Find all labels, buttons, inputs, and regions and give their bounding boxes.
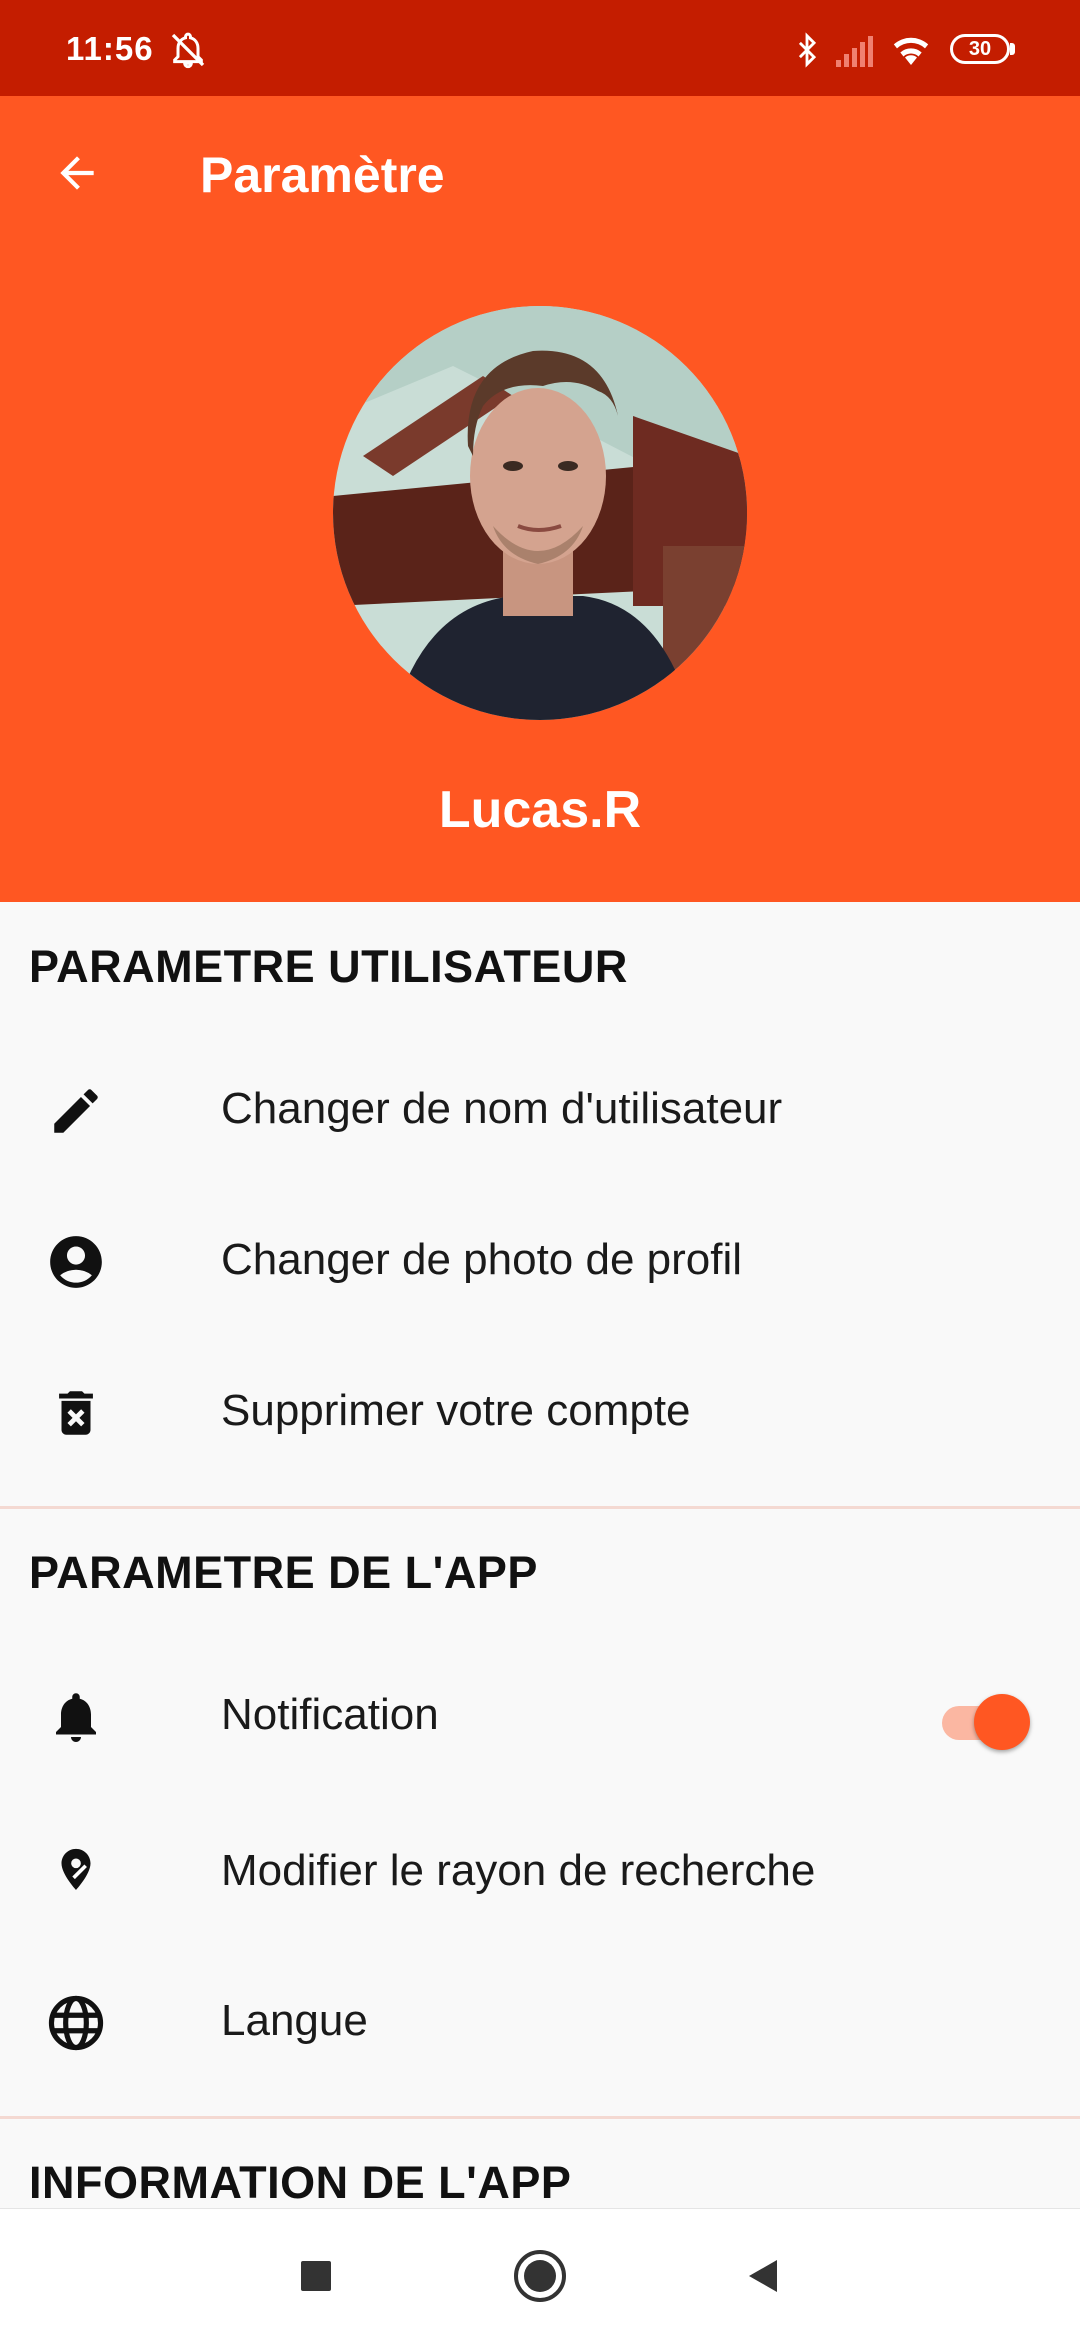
notification-toggle[interactable]: [942, 1692, 1032, 1752]
profile-header: Paramètre Lucas.R: [0, 96, 1080, 902]
battery-level: 30: [968, 38, 992, 60]
back-button[interactable]: [40, 136, 114, 210]
status-bar: 11:56 30: [0, 0, 1080, 96]
battery-cap: [1010, 43, 1015, 55]
avatar[interactable]: [333, 306, 747, 720]
bluetooth-icon: [790, 30, 824, 75]
mute-icon: [168, 30, 208, 75]
notification-item[interactable]: Notification: [0, 1636, 1080, 1786]
page-title: Paramètre: [200, 147, 445, 203]
section-divider: [0, 2116, 1080, 2119]
search-radius-label: Modifier le rayon de recherche: [221, 1846, 816, 1895]
arrow-back-icon: [60, 156, 94, 190]
pencil-icon: [40, 1075, 112, 1147]
system-nav-bar: [0, 2208, 1080, 2341]
change-username-label: Changer de nom d'utilisateur: [221, 1084, 783, 1133]
section-title-app: PARAMETRE DE L'APP: [29, 1547, 538, 1598]
back-nav-button[interactable]: [730, 2243, 796, 2309]
home-circle-icon: [514, 2250, 566, 2302]
change-photo-label: Changer de photo de profil: [221, 1235, 743, 1284]
recents-square-icon: [301, 2261, 331, 2291]
search-radius-item[interactable]: Modifier le rayon de recherche: [0, 1792, 1080, 1942]
delete-forever-icon: [40, 1377, 112, 1449]
toggle-knob: [974, 1694, 1030, 1750]
change-username-item[interactable]: Changer de nom d'utilisateur: [0, 1030, 1080, 1180]
section-title-info: INFORMATION DE L'APP: [29, 2157, 572, 2208]
language-item[interactable]: Langue: [0, 1942, 1080, 2092]
signal-icon: [834, 34, 876, 73]
battery-icon: 30: [950, 34, 1010, 64]
section-title-user: PARAMETRE UTILISATEUR: [29, 941, 628, 992]
back-triangle-icon: [749, 2260, 777, 2292]
home-button[interactable]: [507, 2243, 573, 2309]
change-photo-item[interactable]: Changer de photo de profil: [0, 1181, 1080, 1331]
status-time: 11:56: [66, 30, 154, 67]
wifi-icon: [888, 30, 934, 75]
delete-account-label: Supprimer votre compte: [221, 1386, 691, 1435]
globe-icon: [40, 1987, 112, 2059]
location-pin-icon: [40, 1837, 112, 1909]
notification-label: Notification: [221, 1690, 439, 1739]
section-divider: [0, 1506, 1080, 1509]
account-circle-icon: [40, 1226, 112, 1298]
username: Lucas.R: [438, 781, 642, 839]
delete-account-item[interactable]: Supprimer votre compte: [0, 1332, 1080, 1482]
bell-icon: [40, 1681, 112, 1753]
language-label: Langue: [221, 1996, 368, 2045]
recents-button[interactable]: [283, 2243, 349, 2309]
